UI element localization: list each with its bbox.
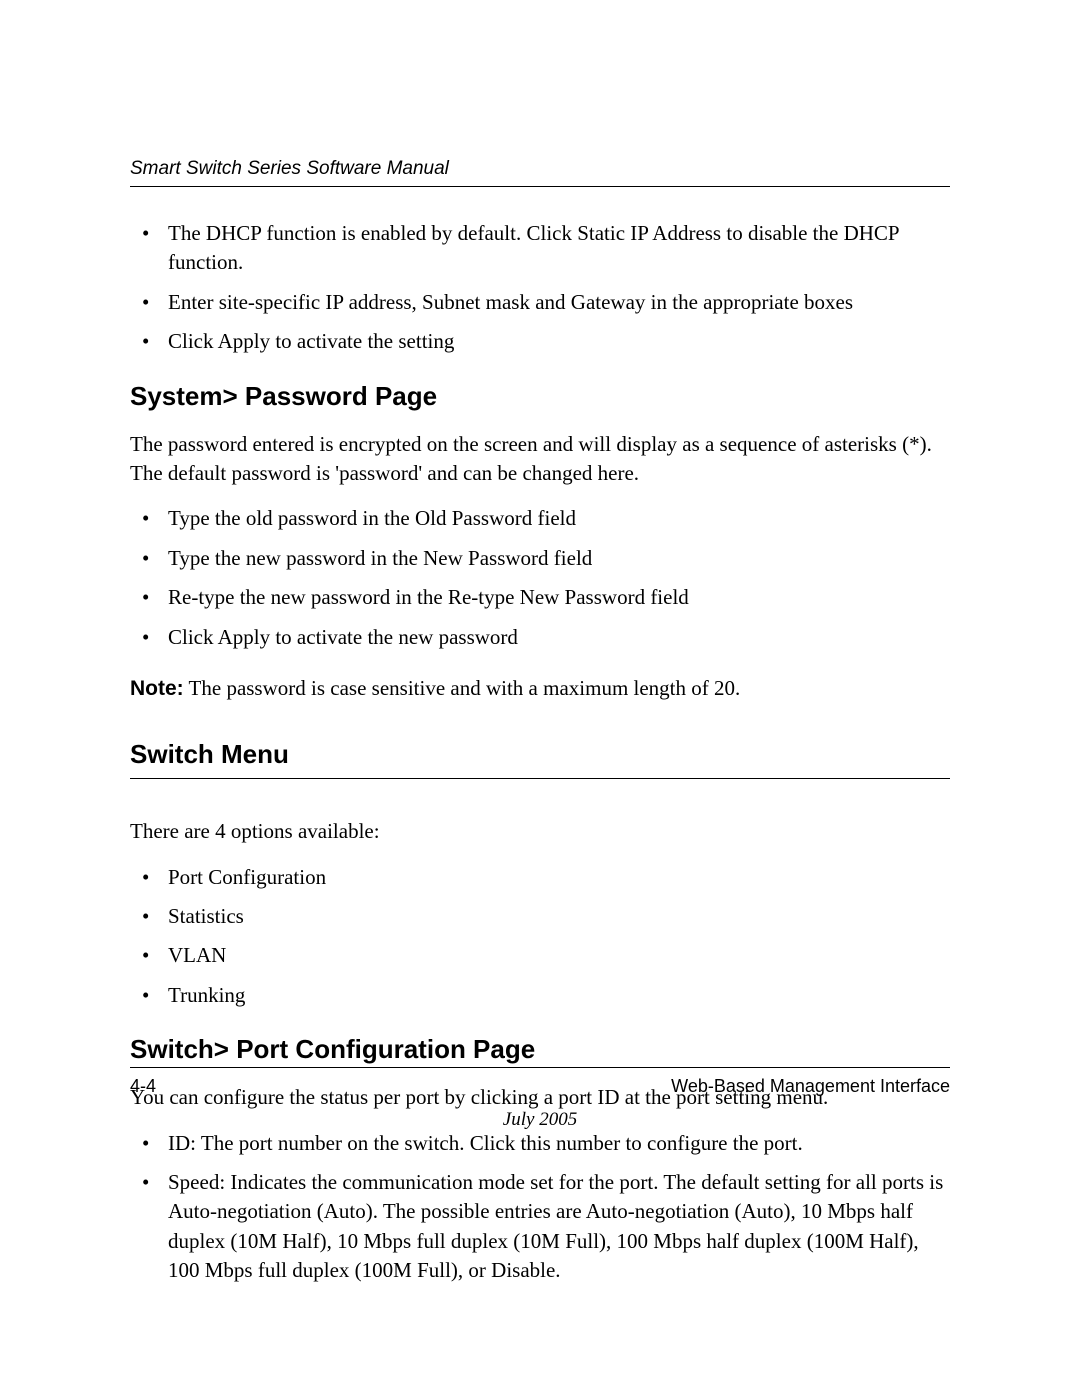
heading-password-page: System> Password Page [130,381,950,412]
switch-menu-bullet-list: Port Configuration Statistics VLAN Trunk… [130,863,950,1011]
spacer [130,779,950,817]
list-item: Click Apply to activate the new password [130,623,950,652]
list-item: Type the new password in the New Passwor… [130,544,950,573]
footer-section-title: Web-Based Management Interface [671,1076,950,1097]
list-item: Type the old password in the Old Passwor… [130,504,950,533]
intro-bullet-list: The DHCP function is enabled by default.… [130,219,950,357]
list-item: Click Apply to activate the setting [130,327,950,356]
list-item: Port Configuration [130,863,950,892]
list-item: Re-type the new password in the Re-type … [130,583,950,612]
running-header: Smart Switch Series Software Manual [130,158,950,187]
password-note: Note: The password is case sensitive and… [130,674,950,703]
list-item: VLAN [130,941,950,970]
note-label: Note: [130,677,184,700]
page-footer: 4-4 Web-Based Management Interface [130,1067,950,1097]
list-item: Speed: Indicates the communication mode … [130,1168,950,1286]
list-item: ID: The port number on the switch. Click… [130,1129,950,1158]
page-number: 4-4 [130,1076,156,1097]
heading-switch-menu: Switch Menu [130,739,950,779]
password-intro-paragraph: The password entered is encrypted on the… [130,430,950,489]
list-item: Enter site-specific IP address, Subnet m… [130,288,950,317]
list-item: Trunking [130,981,950,1010]
list-item: Statistics [130,902,950,931]
password-bullet-list: Type the old password in the Old Passwor… [130,504,950,652]
list-item: The DHCP function is enabled by default.… [130,219,950,278]
heading-port-config: Switch> Port Configuration Page [130,1034,950,1065]
switch-menu-intro: There are 4 options available: [130,817,950,846]
footer-date: July 2005 [0,1109,1080,1131]
note-text: The password is case sensitive and with … [184,676,741,700]
port-config-bullet-list: ID: The port number on the switch. Click… [130,1129,950,1286]
